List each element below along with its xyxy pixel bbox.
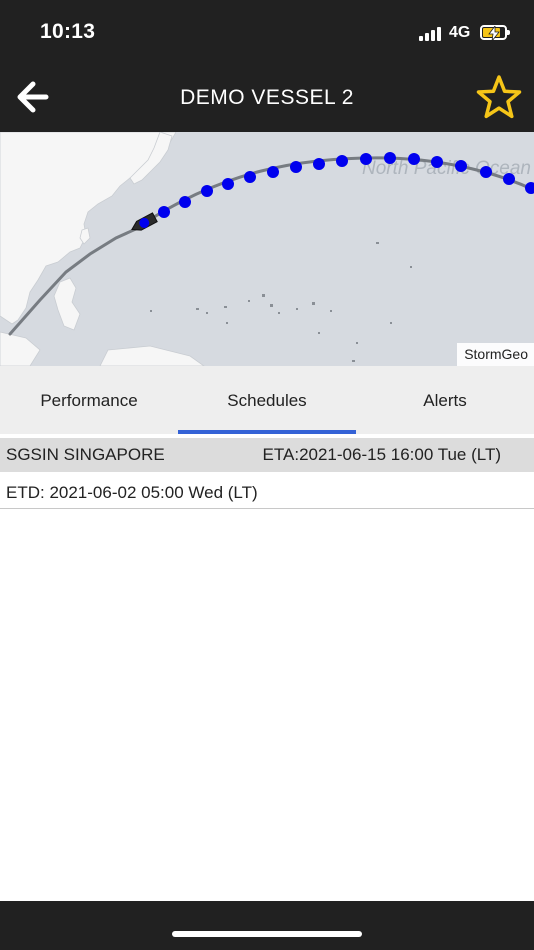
pacific-islands — [150, 242, 412, 362]
signal-icon — [419, 27, 443, 41]
favorite-button[interactable] — [475, 74, 523, 120]
star-outline-icon — [476, 75, 522, 119]
battery-charging-icon — [480, 25, 510, 41]
philippines-islands — [53, 277, 81, 331]
page-title: DEMO VESSEL 2 — [180, 86, 354, 109]
map-attribution: StormGeo — [457, 343, 534, 366]
home-indicator[interactable] — [172, 931, 362, 937]
tab-performance[interactable]: Performance — [0, 366, 178, 434]
borneo-island — [0, 331, 41, 366]
tab-alerts[interactable]: Alerts — [356, 366, 534, 434]
nav-bar: DEMO VESSEL 2 — [0, 62, 534, 132]
schedule-etd: ETD: 2021-06-02 05:00 Wed (LT) — [6, 483, 258, 502]
schedule-port: SGSIN SINGAPORE — [6, 445, 165, 464]
route-map[interactable]: North Pacific Ocean StormGeo — [0, 132, 534, 366]
schedule-port-row[interactable]: SGSIN SINGAPORE ETA:2021-06-15 16:00 Tue… — [0, 438, 534, 472]
tab-bar: Performance Schedules Alerts — [0, 366, 534, 434]
schedule-etd-row: ETD: 2021-06-02 05:00 Wed (LT) — [0, 472, 534, 509]
home-bar — [0, 901, 534, 950]
status-bar: 10:13 4G — [0, 0, 534, 62]
new-guinea-island — [99, 345, 205, 366]
vessel-forecast-route — [139, 156, 534, 228]
status-time: 10:13 — [40, 20, 96, 43]
tab-schedules[interactable]: Schedules — [178, 366, 356, 434]
schedule-eta: ETA:2021-06-15 16:00 Tue (LT) — [262, 445, 501, 464]
network-type: 4G — [449, 24, 471, 41]
